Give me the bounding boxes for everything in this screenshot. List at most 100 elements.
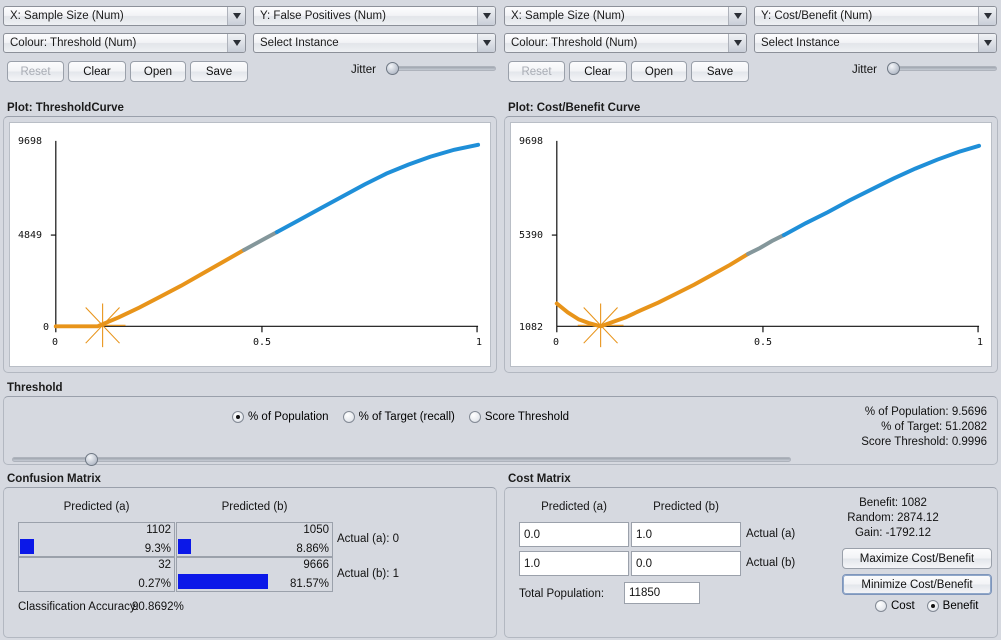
right-jitter-slider[interactable]: [887, 61, 997, 75]
cm-cell-percent: 81.57%: [289, 578, 329, 590]
right-plot-xtick-0: 0: [553, 337, 560, 348]
cost-input-a-a[interactable]: 0.0: [519, 522, 629, 547]
random-value-line: Random: 2874.12: [847, 512, 939, 524]
maximize-cost-benefit-button[interactable]: Maximize Cost/Benefit: [842, 548, 992, 569]
right-clear-button[interactable]: Clear: [569, 61, 627, 82]
slider-knob[interactable]: [887, 61, 900, 75]
chevron-down-icon[interactable]: [978, 34, 996, 52]
left-save-button[interactable]: Save: [190, 61, 248, 82]
cm-cell-b-a[interactable]: 32 0.27%: [18, 557, 175, 592]
radio-label: Benefit: [942, 600, 979, 612]
right-controls: X: Sample Size (Num) Y: Cost/Benefit (Nu…: [504, 4, 998, 92]
slider-knob[interactable]: [85, 452, 98, 466]
left-plot-xtick-0: 0: [52, 337, 59, 348]
left-select-instance-combo[interactable]: Select Instance: [253, 33, 496, 53]
left-plot-ytick-max: 9698: [18, 136, 43, 147]
chevron-down-icon[interactable]: [477, 7, 495, 25]
right-y-attribute-combo[interactable]: Y: Cost/Benefit (Num): [754, 6, 997, 26]
cm-cell-percent: 8.86%: [296, 543, 329, 555]
cm-cell-b-b[interactable]: 9666 81.57%: [176, 557, 333, 592]
right-select-instance-label: Select Instance: [761, 37, 840, 49]
right-reset-button[interactable]: Reset: [508, 61, 565, 82]
cost-input-b-b[interactable]: 0.0: [631, 551, 741, 576]
costm-row-label-a: Actual (a): [746, 528, 796, 540]
cm-col-header-a: Predicted (a): [63, 501, 130, 513]
radio-percent-of-population[interactable]: % of Population: [232, 411, 329, 423]
benefit-value-line: Benefit: 1082: [859, 497, 927, 509]
cm-row-label-b: Actual (b): 1: [337, 568, 399, 580]
left-open-button[interactable]: Open: [130, 61, 186, 82]
cm-cell-a-b[interactable]: 1050 8.86%: [176, 522, 333, 557]
right-x-attribute-combo[interactable]: X: Sample Size (Num): [504, 6, 747, 26]
cost-matrix-panel: Cost Matrix Predicted (a) Predicted (b) …: [504, 472, 998, 638]
chevron-down-icon[interactable]: [978, 7, 996, 25]
cost-benefit-mode-radio-group: Cost Benefit: [875, 600, 978, 612]
left-plot-svg: [50, 140, 481, 348]
right-plot-surface[interactable]: 9698 5390 1082 0 0.5 1: [510, 122, 992, 367]
chevron-down-icon[interactable]: [728, 34, 746, 52]
right-colour-attribute-label: Colour: Threshold (Num): [511, 37, 638, 49]
right-save-button[interactable]: Save: [691, 61, 749, 82]
radio-benefit[interactable]: Benefit: [926, 600, 979, 612]
left-y-attribute-combo[interactable]: Y: False Positives (Num): [253, 6, 496, 26]
threshold-slider[interactable]: [12, 452, 791, 466]
left-clear-button[interactable]: Clear: [68, 61, 126, 82]
right-colour-attribute-combo[interactable]: Colour: Threshold (Num): [504, 33, 747, 53]
cm-cell-bar: [178, 574, 268, 589]
slider-rail: [887, 65, 997, 71]
chevron-down-icon[interactable]: [227, 34, 245, 52]
confusion-matrix-panel: Confusion Matrix Predicted (a) Predicted…: [3, 472, 497, 638]
stat-score-threshold: Score Threshold: 0.9996: [861, 436, 987, 448]
left-plot-surface[interactable]: 9698 4849 0 0 0.5 1: [9, 122, 491, 367]
left-plot-panel: Plot: ThresholdCurve 9698 4849 0 0 0.5 1: [3, 101, 497, 373]
cm-cell-a-a[interactable]: 1102 9.3%: [18, 522, 175, 557]
right-plot-box: 9698 5390 1082 0 0.5 1: [504, 116, 998, 373]
cost-input-b-a[interactable]: 1.0: [519, 551, 629, 576]
radio-cost[interactable]: Cost: [875, 600, 915, 612]
left-jitter-label: Jitter: [351, 64, 376, 76]
cost-matrix-title: Cost Matrix: [508, 473, 571, 485]
cm-cell-count: 9666: [303, 559, 329, 571]
left-jitter-slider[interactable]: [386, 61, 496, 75]
chevron-down-icon[interactable]: [227, 7, 245, 25]
total-population-input[interactable]: 11850: [624, 582, 700, 604]
chevron-down-icon[interactable]: [728, 7, 746, 25]
cm-cell-count: 32: [158, 559, 171, 571]
left-plot-xtick-2: 1: [476, 337, 483, 348]
plot-cross-marker: [577, 303, 624, 348]
slider-rail: [12, 456, 791, 462]
radio-percent-of-target[interactable]: % of Target (recall): [342, 411, 455, 423]
threshold-title: Threshold: [7, 382, 63, 394]
right-plot-title: Plot: Cost/Benefit Curve: [508, 102, 641, 114]
stat-percent-of-target: % of Target: 51.2082: [881, 421, 987, 433]
confusion-matrix-title: Confusion Matrix: [7, 473, 101, 485]
right-plot-panel: Plot: Cost/Benefit Curve 9698 5390 1082 …: [504, 101, 998, 373]
left-colour-attribute-label: Colour: Threshold (Num): [10, 37, 137, 49]
left-x-attribute-label: X: Sample Size (Num): [10, 10, 124, 22]
cm-cell-count: 1050: [303, 524, 329, 536]
radio-label: % of Population: [248, 411, 329, 423]
minimize-cost-benefit-button[interactable]: Minimize Cost/Benefit: [842, 574, 992, 595]
slider-knob[interactable]: [386, 61, 399, 75]
threshold-box: % of Population % of Target (recall) Sco…: [3, 396, 998, 466]
right-x-attribute-label: X: Sample Size (Num): [511, 10, 625, 22]
costm-col-header-b: Predicted (b): [653, 501, 719, 513]
radio-label: Score Threshold: [484, 411, 570, 423]
radio-score-threshold[interactable]: Score Threshold: [468, 411, 570, 423]
left-colour-attribute-combo[interactable]: Colour: Threshold (Num): [3, 33, 246, 53]
left-select-instance-label: Select Instance: [260, 37, 339, 49]
slider-rail: [386, 65, 496, 71]
right-plot-xtick-2: 1: [977, 337, 984, 348]
chevron-down-icon[interactable]: [477, 34, 495, 52]
cost-input-a-b[interactable]: 1.0: [631, 522, 741, 547]
right-y-attribute-label: Y: Cost/Benefit (Num): [761, 10, 873, 22]
right-select-instance-combo[interactable]: Select Instance: [754, 33, 997, 53]
right-open-button[interactable]: Open: [631, 61, 687, 82]
radio-label: Cost: [891, 600, 915, 612]
right-plot-ytick-mid: 5390: [519, 230, 544, 241]
threshold-mode-radio-group: % of Population % of Target (recall) Sco…: [232, 411, 569, 423]
threshold-stats: % of Population: 9.5696 % of Target: 51.…: [861, 405, 987, 450]
gain-value-line: Gain: -1792.12: [854, 527, 932, 539]
left-x-attribute-combo[interactable]: X: Sample Size (Num): [3, 6, 246, 26]
left-reset-button[interactable]: Reset: [7, 61, 64, 82]
